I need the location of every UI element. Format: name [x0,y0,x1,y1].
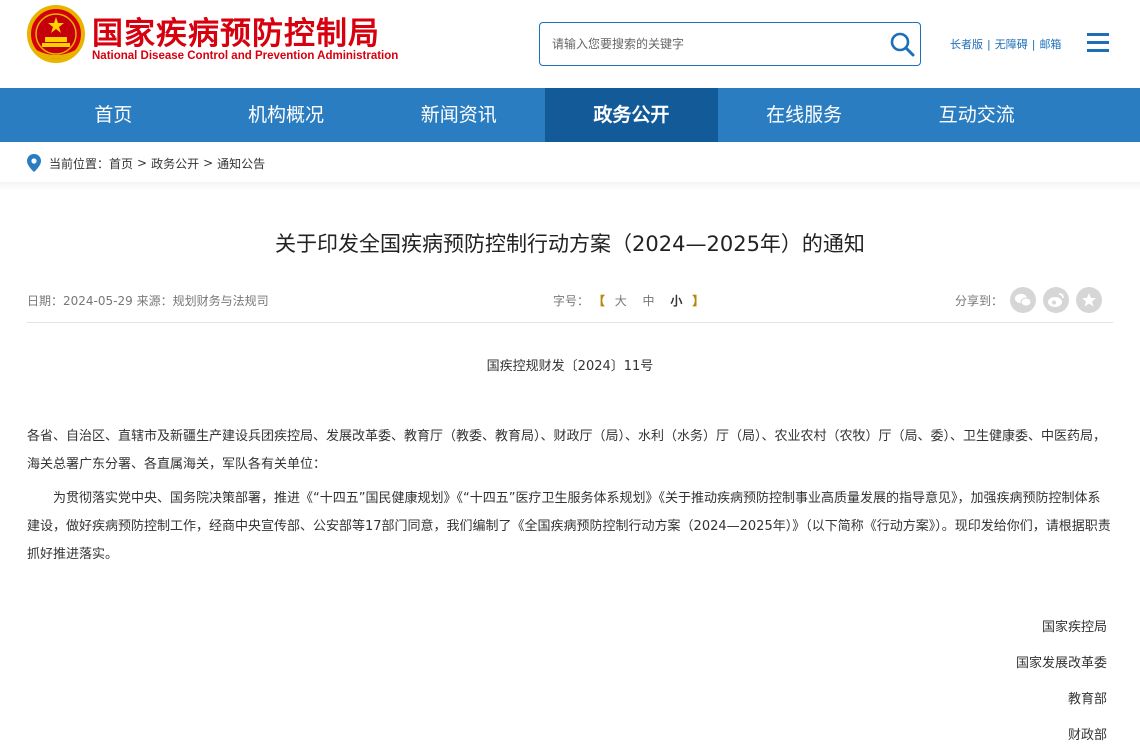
font-size-switcher: 字号： 【 大 中 小 】 [553,292,704,309]
accessibility-link[interactable]: 无障碍 [995,38,1028,51]
breadcrumb-prefix: 当前位置： [49,156,110,171]
weibo-icon[interactable] [1043,287,1070,313]
signature-mof: 财政部 [1067,728,1107,743]
site-logo-title[interactable]: 国家疾病预防控制局 [92,8,380,53]
breadcrumb-separator: > [203,156,214,170]
font-size-label: 字号： [553,294,590,308]
article-meta: 日期：2024-05-29 来源：规划财务与法规司 [27,292,269,309]
nav-item-home[interactable]: 首页 [27,88,200,142]
signature-cdc: 国家疾控局 [1041,620,1107,635]
top-links: 长者版 | 无障碍 | 邮箱 [950,38,1062,51]
share-label: 分享到： [955,293,1004,308]
breadcrumb-home[interactable]: 首页 [109,155,133,172]
star-icon[interactable] [1076,287,1103,313]
signature-moe: 教育部 [1067,692,1107,707]
breadcrumb-notices[interactable]: 通知公告 [217,155,265,172]
nav-item-interaction[interactable]: 互动交流 [890,88,1063,142]
font-size-small[interactable]: 小 [670,294,682,308]
article-paragraph-recipients: 各省、自治区、直辖市及新疆生产建设兵团疾控局、发展改革委、教育厅（教委、教育局）… [27,429,1107,472]
article-source: 规划财务与法规司 [172,294,269,308]
elder-mode-link[interactable]: 长者版 [950,38,983,51]
share-bar: 分享到： [955,287,1103,313]
section-divider-band [0,182,1140,190]
nav-item-online-services[interactable]: 在线服务 [718,88,891,142]
bracket-open: 【 [592,294,605,308]
article-title: 关于印发全国疾病预防控制行动方案（2024—2025年）的通知 [275,232,865,256]
search-box [539,22,921,66]
article-date: 2024-05-29 [63,294,133,308]
location-pin-icon [27,154,41,172]
wechat-icon[interactable] [1010,287,1037,313]
main-nav: 首页 机构概况 新闻资讯 政务公开 在线服务 互动交流 [0,88,1140,142]
breadcrumb: 当前位置： 首页 > 政务公开 > 通知公告 [27,152,265,174]
national-emblem-icon [27,5,85,63]
nav-item-government-affairs[interactable]: 政务公开 [545,88,718,142]
nav-item-about[interactable]: 机构概况 [200,88,373,142]
bracket-close: 】 [692,294,705,308]
signature-ndrc: 国家发展改革委 [1015,656,1107,671]
nav-item-news[interactable]: 新闻资讯 [372,88,545,142]
source-label: 来源： [136,294,173,308]
hamburger-menu-icon[interactable] [1087,33,1109,53]
article-paragraph-body: 为贯彻落实党中央、国务院决策部署，推进《“十四五”国民健康规划》《“十四五”医疗… [27,491,1111,562]
search-icon[interactable] [888,30,916,58]
document-number: 国疾控规财发〔2024〕11号 [486,359,654,374]
breadcrumb-separator: > [137,156,148,170]
breadcrumb-government-affairs[interactable]: 政务公开 [151,155,199,172]
meta-divider [27,322,1113,323]
font-size-medium[interactable]: 中 [643,294,655,308]
site-header: 国家疾病预防控制局 National Disease Control and P… [0,0,1140,88]
mailbox-link[interactable]: 邮箱 [1039,38,1061,51]
font-size-large[interactable]: 大 [615,294,627,308]
site-logo-subtitle: National Disease Control and Prevention … [92,50,399,62]
search-input[interactable] [552,33,872,55]
date-label: 日期： [27,294,64,308]
